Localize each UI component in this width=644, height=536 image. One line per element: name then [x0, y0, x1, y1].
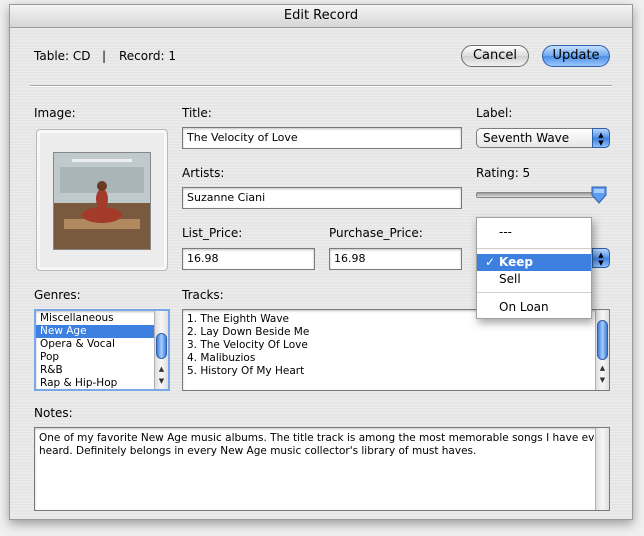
up-down-arrows-icon: ▲ ▼ — [592, 128, 610, 148]
tracks-scrollbar[interactable]: ▲ ▼ — [595, 310, 609, 390]
tracks-label: Tracks: — [182, 288, 224, 302]
album-cover-image — [53, 152, 151, 250]
list-price-label: List_Price: — [182, 226, 243, 240]
menu-separator — [477, 292, 591, 293]
title-label: Title: — [182, 106, 212, 120]
track-item[interactable]: 3. The Velocity Of Love — [183, 339, 609, 352]
scroll-up-arrow-icon[interactable]: ▲ — [596, 364, 609, 372]
notes-line: One of my favorite New Age music albums.… — [39, 432, 606, 444]
update-button[interactable]: Update — [542, 45, 610, 67]
genre-item[interactable]: Rap & Hip-Hop — [36, 377, 168, 389]
track-item[interactable]: 5. History Of My Heart — [183, 365, 609, 378]
menu-item-keep-label: Keep — [499, 255, 533, 269]
cancel-button[interactable]: Cancel — [461, 45, 529, 67]
genres-scroll-thumb[interactable] — [156, 333, 167, 359]
edit-record-window: Edit Record Table: CD | Record: 1 Cancel… — [9, 4, 633, 520]
genre-item[interactable]: R&B — [36, 364, 168, 377]
tracks-list[interactable]: 1. The Eighth Wave 2. Lay Down Beside Me… — [182, 309, 610, 391]
notes-scrollbar[interactable] — [595, 428, 609, 510]
menu-item-keep[interactable]: ✓ Keep — [477, 254, 591, 271]
notes-textarea[interactable]: One of my favorite New Age music albums.… — [34, 427, 610, 511]
artists-label: Artists: — [182, 166, 225, 180]
rating-label: Rating: 5 — [476, 166, 531, 180]
genres-label: Genres: — [34, 288, 81, 302]
scroll-down-arrow-icon[interactable]: ▼ — [155, 377, 168, 385]
tracks-scroll-thumb[interactable] — [597, 320, 608, 360]
rating-slider-knob[interactable] — [591, 186, 607, 204]
record-number: Record: 1 — [119, 49, 176, 63]
menu-separator — [477, 248, 591, 249]
up-down-arrows-icon: ▲ ▼ — [592, 248, 610, 268]
scroll-up-arrow-icon[interactable]: ▲ — [155, 365, 168, 373]
genre-item[interactable]: Miscellaneous — [36, 312, 168, 325]
artists-field[interactable]: Suzanne Ciani — [182, 187, 462, 209]
label-popup[interactable]: Seventh Wave ▲ ▼ — [476, 128, 610, 148]
menu-item-on-loan[interactable]: On Loan — [477, 299, 591, 316]
genres-list[interactable]: Miscellaneous New Age Opera & Vocal Pop … — [34, 309, 170, 391]
label-label: Label: — [476, 106, 513, 120]
header-divider — [30, 85, 612, 87]
notes-line: heard. Definitely belongs in every New A… — [39, 445, 477, 457]
purchase-price-field[interactable]: 16.98 — [329, 248, 462, 270]
image-well[interactable] — [36, 129, 168, 271]
title-field[interactable]: The Velocity of Love — [182, 127, 462, 149]
genres-scrollbar[interactable]: ▲ ▼ — [154, 311, 168, 389]
window-title: Edit Record — [10, 5, 632, 28]
genre-item-selected[interactable]: New Age — [36, 325, 168, 338]
genre-item[interactable]: Opera & Vocal — [36, 338, 168, 351]
track-item[interactable]: 2. Lay Down Beside Me — [183, 326, 609, 339]
menu-item-none[interactable]: --- — [477, 224, 591, 241]
track-item[interactable]: 4. Malibuzios — [183, 352, 609, 365]
image-label: Image: — [34, 106, 76, 120]
scroll-down-arrow-icon[interactable]: ▼ — [596, 376, 609, 384]
status-dropdown-menu: --- ✓ Keep Sell On Loan — [476, 217, 592, 319]
purchase-price-label: Purchase_Price: — [329, 226, 423, 240]
rating-slider-track[interactable] — [476, 192, 602, 198]
table-name: Table: CD — [34, 49, 91, 63]
notes-label: Notes: — [34, 406, 73, 420]
genre-item[interactable]: Pop — [36, 351, 168, 364]
checkmark-icon: ✓ — [485, 255, 496, 269]
list-price-field[interactable]: 16.98 — [182, 248, 315, 270]
header-separator: | — [102, 49, 107, 63]
menu-item-sell[interactable]: Sell — [477, 271, 591, 288]
label-popup-value: Seventh Wave — [483, 131, 570, 145]
